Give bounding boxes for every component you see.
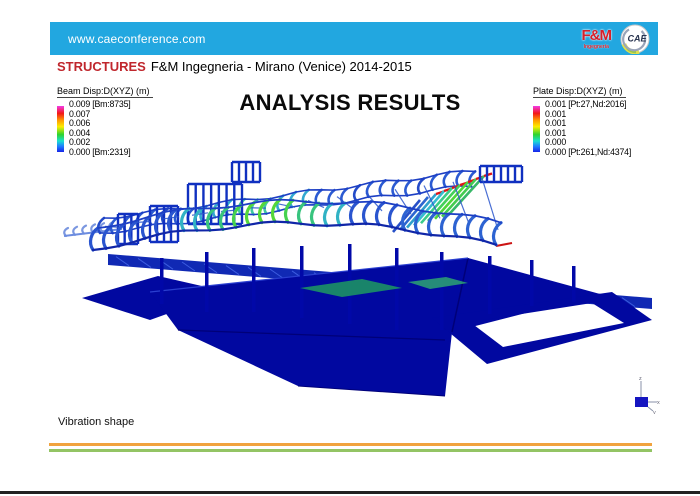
- beam-legend-values: 0.009 [Bm:8735] 0.007 0.006 0.004 0.002 …: [69, 100, 131, 158]
- slide: www.caeconference.com F&M Ingegneria CAE…: [0, 0, 700, 496]
- axis-label-y: y: [653, 410, 656, 414]
- fem-model-figure: [55, 158, 655, 410]
- figure-caption: Vibration shape: [58, 416, 134, 428]
- top-banner: www.caeconference.com F&M Ingegneria CAE: [50, 22, 658, 55]
- cae-logo-text: CAE: [628, 33, 648, 43]
- subtitle-rest: F&M Ingegneria - Mirano (Venice) 2014-20…: [151, 59, 412, 74]
- slide-bottom-edge: [0, 491, 700, 494]
- beam-displacement-legend: Beam Disp:D(XYZ) (m) 0.009 [Bm:8735] 0.0…: [57, 86, 153, 158]
- beam-legend-title: Beam Disp:D(XYZ) (m): [57, 86, 153, 98]
- plate-legend-values: 0.001 [Pt:27,Nd:2016] 0.001 0.001 0.001 …: [545, 100, 631, 158]
- fm-logo-text: F&M: [582, 27, 612, 44]
- footer-rule-orange: [49, 443, 652, 446]
- slide-subtitle: STRUCTURES F&M Ingegneria - Mirano (Venic…: [57, 59, 412, 74]
- banner-logos: F&M Ingegneria CAE: [582, 24, 651, 54]
- fm-logo-subtext: Ingegneria: [582, 45, 612, 50]
- plate-legend-title: Plate Disp:D(XYZ) (m): [533, 86, 626, 98]
- fm-ingegneria-logo-icon: F&M Ingegneria: [582, 28, 612, 50]
- axis-triad-icon: z x y: [626, 374, 662, 414]
- cae-logo-icon: CAE: [620, 24, 650, 54]
- footer-rule-green: [49, 449, 652, 452]
- legend-value: 0.000 [Pt:261,Nd:4374]: [545, 148, 631, 158]
- subtitle-highlight: STRUCTURES: [57, 59, 146, 74]
- axis-label-z: z: [639, 376, 642, 382]
- plate-legend-colorbar-icon: [533, 106, 540, 152]
- beam-legend-colorbar-icon: [57, 106, 64, 152]
- axis-label-x: x: [657, 400, 660, 406]
- legend-value: 0.000 [Bm:2319]: [69, 148, 131, 158]
- banner-url[interactable]: www.caeconference.com: [68, 32, 206, 46]
- plate-displacement-legend: Plate Disp:D(XYZ) (m) 0.001 [Pt:27,Nd:20…: [533, 86, 631, 158]
